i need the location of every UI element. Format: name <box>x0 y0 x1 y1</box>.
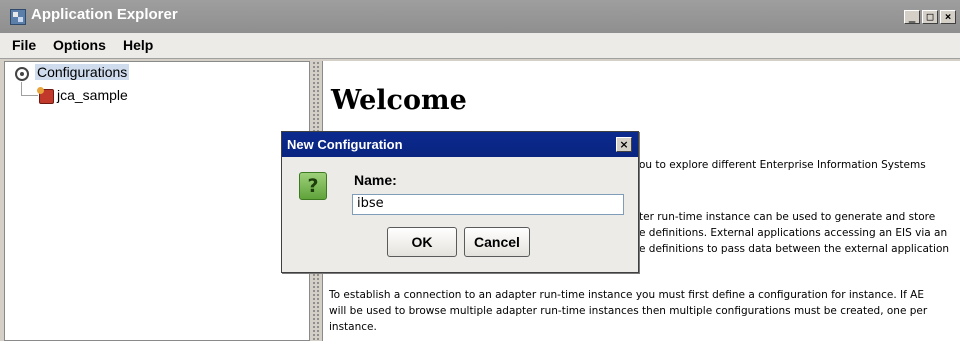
paragraph-line: To establish a connection to an adapter … <box>329 289 924 301</box>
menu-options[interactable]: Options <box>53 37 106 53</box>
menu-bar: File Options Help <box>0 33 960 59</box>
tree-connector <box>21 95 38 96</box>
welcome-paragraph-3: To establish a connection to an adapter … <box>329 287 959 335</box>
paragraph-line: e definitions. External applications acc… <box>639 227 948 239</box>
window-controls: _ □ × <box>904 10 956 24</box>
title-bar[interactable]: Application Explorer _ □ × <box>0 0 960 33</box>
paragraph-line: ter run-time instance can be used to gen… <box>639 211 936 223</box>
dialog-close-button[interactable]: × <box>616 137 632 152</box>
welcome-paragraph-1: ou to explore different Enterprise Infor… <box>639 157 959 173</box>
tree-item-jca-sample[interactable]: jca_sample <box>57 87 128 103</box>
maximize-button[interactable]: □ <box>922 10 938 24</box>
dialog-title: New Configuration <box>287 137 403 152</box>
welcome-paragraph-2: ter run-time instance can be used to gen… <box>639 209 959 257</box>
configurations-tree: Configurations jca_sample <box>4 61 310 341</box>
menu-file[interactable]: File <box>12 37 36 53</box>
question-icon: ? <box>299 172 327 200</box>
name-label: Name: <box>354 172 397 188</box>
paragraph-line: ou to explore different Enterprise Infor… <box>639 159 926 171</box>
paragraph-line: e definitions to pass data between the e… <box>639 243 950 255</box>
tree-connector <box>21 82 22 95</box>
welcome-heading: Welcome <box>331 85 467 116</box>
name-input[interactable]: ibse <box>352 194 624 215</box>
dialog-title-bar[interactable]: New Configuration × <box>282 132 638 157</box>
minimize-button[interactable]: _ <box>904 10 920 24</box>
tree-item-configurations[interactable]: Configurations <box>35 64 130 80</box>
paragraph-line: instance. <box>329 321 377 333</box>
configurations-icon <box>15 67 29 81</box>
paragraph-line: will be used to browse multiple adapter … <box>329 305 928 317</box>
ok-button[interactable]: OK <box>387 227 457 257</box>
menu-help[interactable]: Help <box>123 37 153 53</box>
close-window-button[interactable]: × <box>940 10 956 24</box>
window-title: Application Explorer <box>31 6 178 23</box>
app-icon <box>10 9 26 25</box>
configuration-node-icon <box>37 87 54 104</box>
application-explorer-window: Application Explorer _ □ × File Options … <box>0 0 960 341</box>
new-configuration-dialog: New Configuration × ? Name: ibse OK Canc… <box>281 131 639 273</box>
cancel-button[interactable]: Cancel <box>464 227 530 257</box>
